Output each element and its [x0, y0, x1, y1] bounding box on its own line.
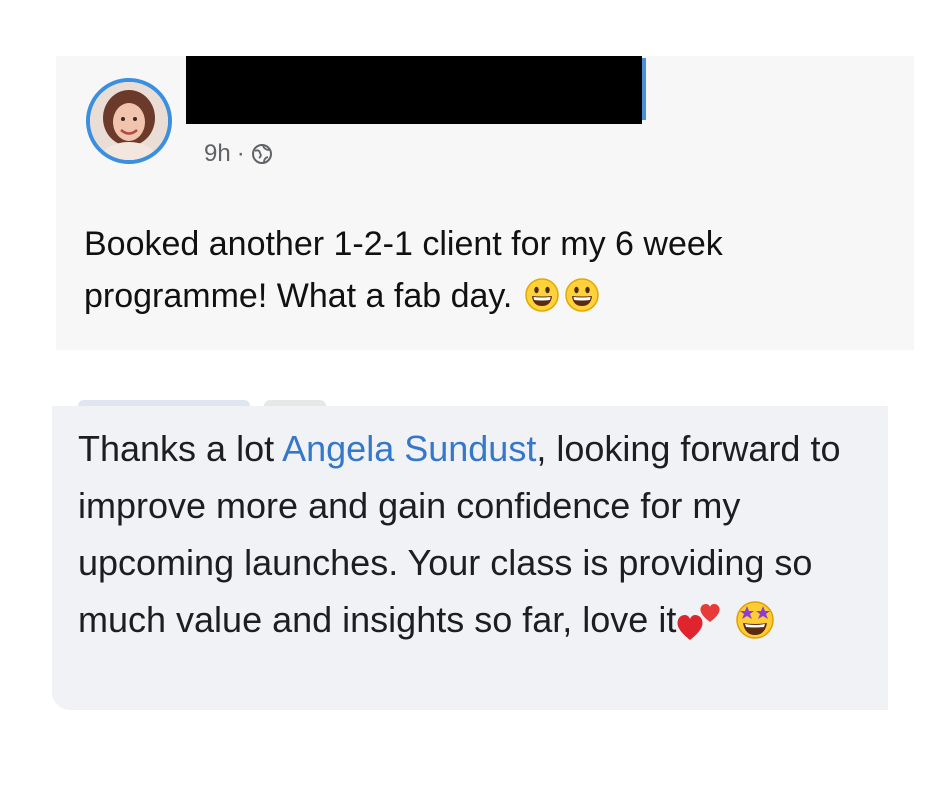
two-hearts-icon [677, 604, 720, 640]
star-struck-icon [736, 601, 775, 639]
timestamp[interactable]: 9h [204, 140, 231, 168]
post-card: 9h · Booked another 1-2-1 client for my … [56, 56, 914, 350]
mention-link[interactable]: Angela Sundust [282, 428, 536, 469]
comment-text-start: Thanks a lot [78, 428, 283, 469]
post-meta: 9h · [204, 140, 273, 168]
post-body: Booked another 1-2-1 client for my 6 wee… [84, 225, 723, 315]
redaction-edge [642, 58, 646, 120]
comment-text: Thanks a lot Angela Sundust, looking for… [78, 420, 878, 648]
meta-separator: · [236, 140, 245, 167]
grinning-face-icon [525, 278, 560, 312]
comment-bubble: Thanks a lot Angela Sundust, looking for… [52, 406, 888, 710]
redacted-author-name [186, 56, 642, 124]
avatar[interactable] [86, 78, 172, 164]
post-text: Booked another 1-2-1 client for my 6 wee… [84, 218, 904, 322]
globe-icon[interactable] [251, 143, 273, 165]
grinning-face-icon [565, 278, 600, 312]
